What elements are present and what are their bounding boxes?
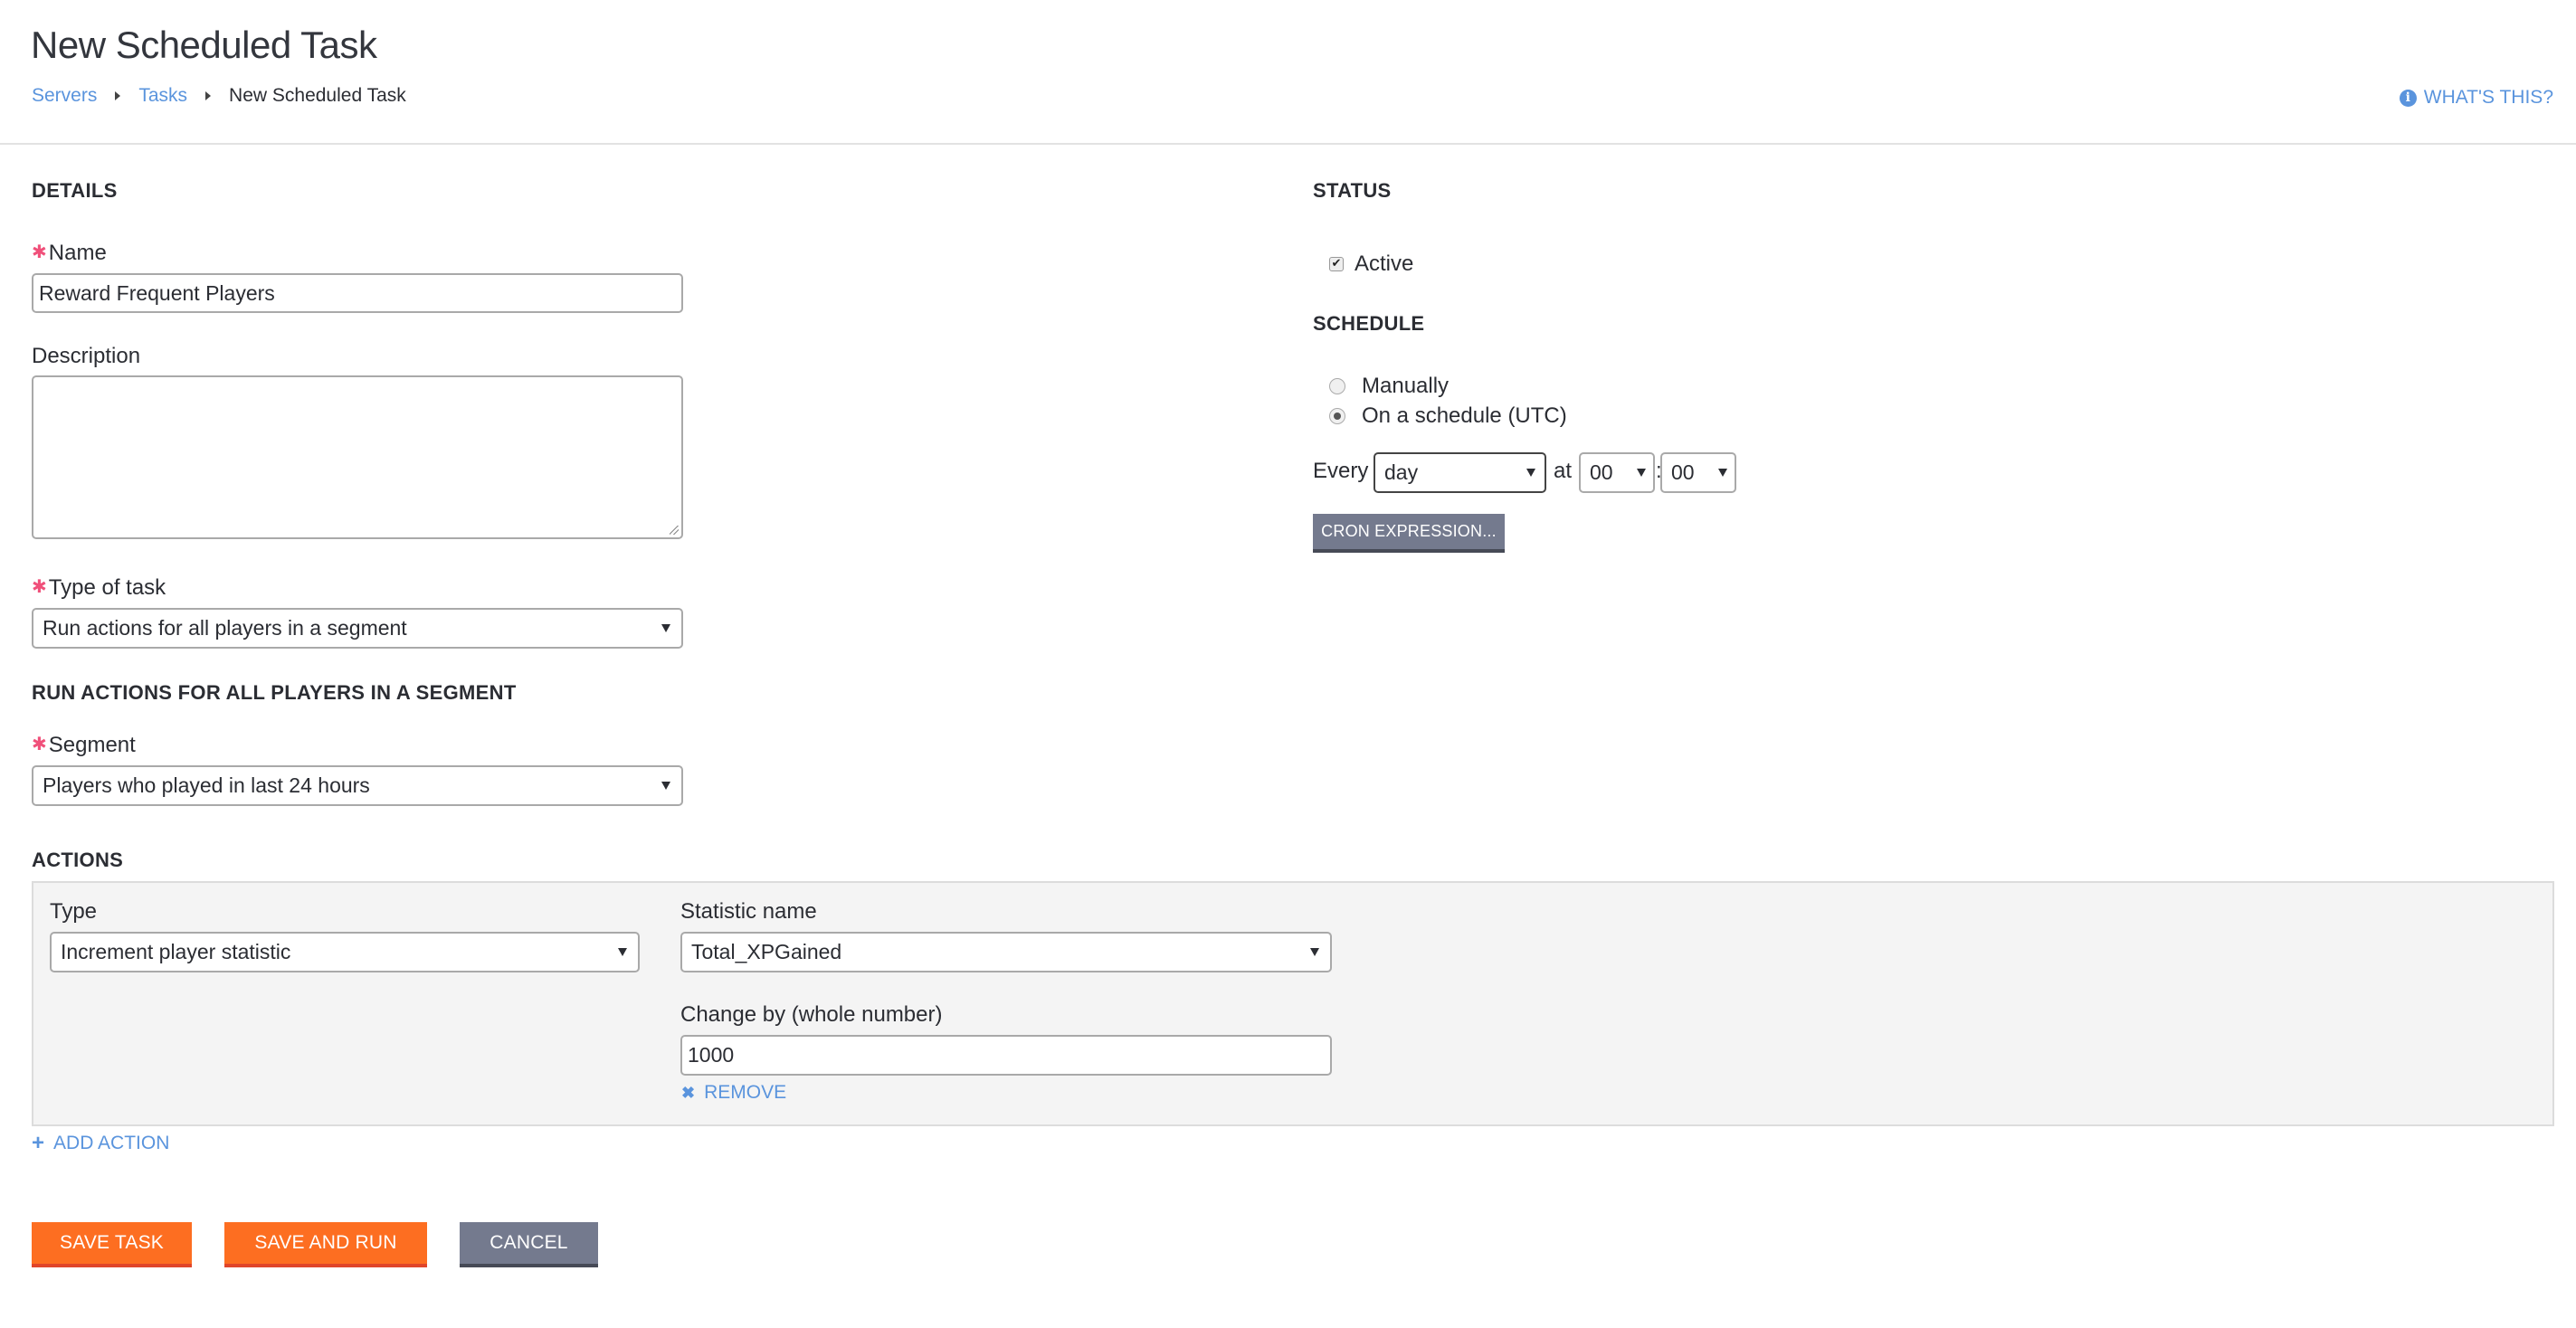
active-checkbox[interactable]: ✔ — [1329, 257, 1344, 271]
statistic-name-select[interactable]: Total_XPGained — [680, 932, 1332, 972]
add-action-link[interactable]: + ADD ACTION — [32, 1131, 169, 1156]
name-input-value: Reward Frequent Players — [39, 280, 275, 305]
chevron-down-icon — [1637, 469, 1646, 477]
required-icon: ✱ — [32, 735, 47, 754]
close-icon: ✖ — [681, 1083, 696, 1102]
breadcrumb-separator-icon — [205, 91, 212, 100]
change-by-label: Change by (whole number) — [680, 1002, 943, 1027]
chevron-down-icon — [1310, 948, 1319, 956]
remove-label: REMOVE — [704, 1082, 787, 1103]
chevron-down-icon — [1718, 469, 1727, 477]
every-label: Every — [1313, 459, 1369, 483]
chevron-down-icon — [661, 782, 670, 790]
breadcrumb-servers[interactable]: Servers — [32, 85, 97, 107]
segment-section-heading: RUN ACTIONS FOR ALL PLAYERS IN A SEGMENT — [32, 681, 517, 704]
hour-value: 00 — [1590, 460, 1613, 484]
save-task-button[interactable]: SAVE TASK — [32, 1222, 192, 1267]
minute-value: 00 — [1671, 460, 1695, 484]
header-divider — [0, 143, 2576, 145]
breadcrumb-separator-icon — [115, 91, 121, 100]
active-label: Active — [1355, 251, 1414, 276]
remove-action-link[interactable]: ✖ REMOVE — [681, 1082, 786, 1104]
description-textarea[interactable] — [32, 375, 683, 539]
resize-handle-icon[interactable] — [670, 526, 679, 535]
actions-heading: ACTIONS — [32, 849, 124, 871]
name-input[interactable]: Reward Frequent Players — [32, 273, 683, 313]
breadcrumb-tasks[interactable]: Tasks — [138, 85, 187, 107]
statistic-name-label: Statistic name — [680, 899, 817, 924]
radio-manually[interactable] — [1329, 378, 1345, 394]
schedule-option-manually[interactable]: Manually — [1329, 374, 1449, 399]
on-schedule-label: On a schedule (UTC) — [1362, 403, 1567, 428]
cancel-button[interactable]: CANCEL — [460, 1222, 598, 1267]
active-checkbox-row[interactable]: ✔ Active — [1329, 251, 1413, 277]
segment-label: ✱Segment — [32, 733, 136, 758]
info-icon: i — [2399, 89, 2417, 107]
at-label: at — [1554, 459, 1573, 483]
action-type-label: Type — [50, 899, 98, 924]
action-item-panel — [32, 881, 2554, 1126]
whats-this-link[interactable]: i WHAT'S THIS? — [2399, 87, 2553, 109]
action-type-select[interactable]: Increment player statistic — [50, 932, 640, 972]
required-icon: ✱ — [32, 242, 47, 262]
chevron-down-icon — [618, 948, 627, 956]
type-of-task-value: Run actions for all players in a segment — [43, 616, 407, 640]
name-label-text: Name — [48, 241, 107, 265]
schedule-option-on-schedule[interactable]: On a schedule (UTC) — [1329, 403, 1567, 429]
chevron-down-icon — [1526, 469, 1535, 477]
plus-icon: + — [32, 1131, 45, 1155]
whats-this-label: WHAT'S THIS? — [2423, 87, 2553, 108]
name-label: ✱Name — [32, 241, 107, 266]
segment-select[interactable]: Players who played in last 24 hours — [32, 765, 683, 806]
page-title: New Scheduled Task — [31, 24, 377, 66]
cron-expression-button[interactable]: CRON EXPRESSION... — [1313, 514, 1505, 553]
frequency-value: day — [1384, 460, 1419, 484]
hour-select[interactable]: 00 — [1579, 452, 1655, 493]
manually-label: Manually — [1362, 374, 1450, 398]
change-by-value: 1000 — [688, 1043, 735, 1067]
change-by-input[interactable]: 1000 — [680, 1035, 1332, 1076]
action-type-value: Increment player statistic — [61, 940, 291, 963]
required-icon: ✱ — [32, 577, 47, 597]
details-heading: DETAILS — [32, 179, 118, 202]
statistic-name-value: Total_XPGained — [691, 940, 842, 963]
status-heading: STATUS — [1313, 179, 1392, 202]
breadcrumb: Servers Tasks New Scheduled Task — [32, 85, 406, 107]
minute-select[interactable]: 00 — [1660, 452, 1736, 493]
type-of-task-label-text: Type of task — [48, 575, 166, 600]
type-of-task-select[interactable]: Run actions for all players in a segment — [32, 608, 683, 649]
breadcrumb-current: New Scheduled Task — [229, 85, 406, 106]
frequency-select[interactable]: day — [1374, 452, 1546, 493]
description-label: Description — [32, 344, 141, 368]
type-of-task-label: ✱Type of task — [32, 575, 166, 601]
radio-on-schedule[interactable] — [1329, 408, 1345, 424]
segment-value: Players who played in last 24 hours — [43, 773, 370, 797]
schedule-heading: SCHEDULE — [1313, 312, 1425, 335]
save-and-run-button[interactable]: SAVE AND RUN — [224, 1222, 427, 1267]
segment-label-text: Segment — [48, 733, 136, 757]
chevron-down-icon — [661, 624, 670, 632]
add-action-label: ADD ACTION — [53, 1133, 170, 1153]
